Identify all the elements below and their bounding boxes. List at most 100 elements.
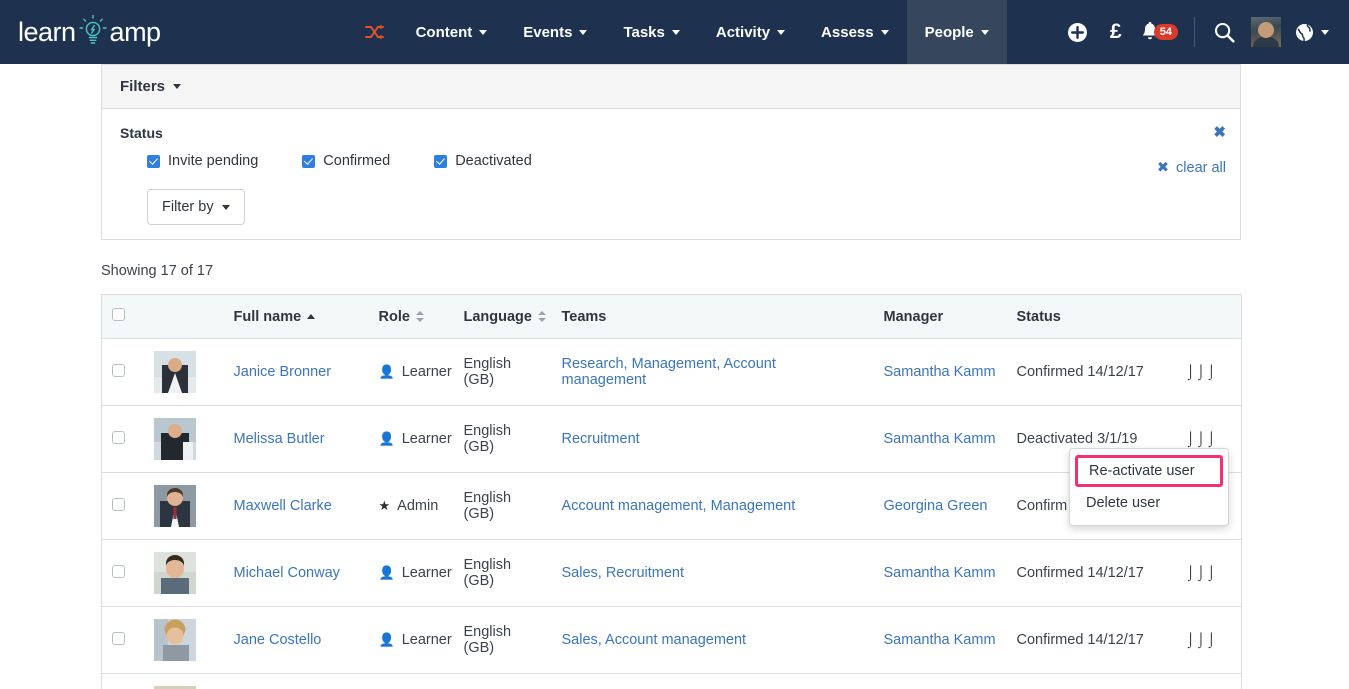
filter-by-button[interactable]: Filter by	[147, 189, 245, 225]
row-manager-cell: Samantha Kamm	[873, 539, 1007, 607]
user-name-link[interactable]: Maxwell Clarke	[234, 498, 332, 514]
table-header-row: Full name Role Language Teams Manager St…	[101, 294, 1242, 339]
chevron-down-icon	[980, 29, 989, 35]
teams-link[interactable]: Sales, Account management	[562, 632, 747, 648]
avatar	[153, 619, 196, 661]
row-select-cell[interactable]	[101, 338, 144, 406]
row-teams-cell: Recruitment	[551, 405, 874, 473]
row-actions-cell[interactable]: ⌡⌡⌡	[1176, 539, 1242, 607]
row-checkbox[interactable]	[112, 631, 125, 645]
search-icon[interactable]	[1205, 0, 1243, 64]
header-status: Status	[1006, 294, 1177, 339]
row-select-cell[interactable]	[101, 606, 144, 674]
teams-link[interactable]: Sales, Recruitment	[562, 565, 685, 581]
checkbox-box[interactable]	[147, 154, 160, 168]
manager-link[interactable]: Samantha Kamm	[884, 431, 996, 447]
user-name-link[interactable]: Jane Costello	[234, 632, 322, 648]
row-checkbox[interactable]	[112, 430, 125, 444]
nav-label: People	[924, 23, 974, 41]
manager-link[interactable]: Samantha Kamm	[884, 565, 996, 581]
sort-icon	[415, 310, 424, 323]
chevron-down-icon	[880, 29, 889, 35]
select-all-checkbox[interactable]	[112, 308, 125, 321]
row-avatar-cell	[143, 472, 224, 540]
header-language[interactable]: Language	[453, 294, 552, 339]
checkbox-box[interactable]	[434, 154, 448, 168]
manager-link[interactable]: Samantha Kamm	[884, 632, 996, 648]
row-language-cell: English (GB)	[453, 606, 552, 674]
nav-item-content[interactable]: Content	[398, 0, 506, 64]
menu-item-reactivate-user[interactable]: Re-activate user	[1075, 455, 1223, 487]
checkbox-deactivated[interactable]: Deactivated	[434, 153, 532, 169]
filters-title: Filters	[120, 78, 166, 95]
row-role-cell: 👤 Learner	[368, 338, 454, 406]
user-name-link[interactable]: Janice Bronner	[234, 364, 332, 380]
row-actions-cell[interactable]: ⌡⌡⌡	[1176, 606, 1242, 674]
chevron-down-icon	[173, 84, 182, 89]
teams-link[interactable]: Recruitment	[562, 431, 640, 447]
row-select-cell[interactable]	[101, 539, 144, 607]
chevron-down-icon	[671, 29, 680, 35]
checkbox-label: Invite pending	[168, 153, 259, 169]
header-label: Full name	[233, 308, 302, 325]
ellipsis-icon[interactable]: ⌡⌡⌡	[1187, 566, 1218, 582]
row-role-cell: 👤 Learner	[369, 674, 454, 689]
ellipsis-icon[interactable]: ⌡⌡⌡	[1187, 432, 1218, 448]
ellipsis-icon[interactable]: ⌡⌡⌡	[1187, 365, 1218, 381]
bell-icon[interactable]: 54	[1135, 0, 1184, 64]
primary-nav: Content Events Tasks Activity Assess Peo…	[351, 0, 1007, 64]
row-select-cell[interactable]	[101, 472, 144, 540]
avatar[interactable]	[1251, 17, 1281, 47]
globe-icon[interactable]	[1289, 0, 1335, 64]
nav-item-activity[interactable]: Activity	[698, 0, 803, 64]
row-select-cell[interactable]	[101, 405, 144, 473]
row-language-cell: English (GB)	[453, 472, 552, 540]
clear-all-filters-link[interactable]: ✖ clear all	[1157, 160, 1226, 176]
checkbox-box[interactable]	[302, 154, 316, 168]
manager-link[interactable]: Georgina Green	[884, 498, 988, 514]
checkbox-invite-pending[interactable]: Invite pending	[147, 153, 258, 169]
row-checkbox[interactable]	[112, 363, 125, 377]
pound-sterling-icon[interactable]: £	[1097, 0, 1135, 64]
sort-ascending-icon	[307, 314, 316, 319]
row-teams-cell: Account management, Management	[551, 472, 874, 540]
shuffle-icon[interactable]	[351, 0, 398, 64]
table-row[interactable]: Atticus Endymion 👤 Learner English (GB) …	[102, 674, 1242, 689]
nav-item-tasks[interactable]: Tasks	[605, 0, 697, 64]
plus-circle-icon[interactable]	[1059, 0, 1097, 64]
user-name-link[interactable]: Michael Conway	[234, 565, 340, 581]
teams-link[interactable]: Account management, Management	[562, 498, 796, 514]
table-row[interactable]: Michael Conway 👤 Learner English (GB) Sa…	[101, 539, 1242, 607]
nav-item-events[interactable]: Events	[505, 0, 605, 64]
row-manager-cell: Georgina Green	[873, 472, 1007, 540]
header-select-all[interactable]	[101, 294, 144, 339]
filters-header-toggle[interactable]: Filters	[102, 65, 1240, 109]
table-row[interactable]: Jane Costello 👤 Learner English (GB) Sal…	[101, 606, 1242, 674]
role-label: Admin	[397, 498, 439, 514]
row-checkbox[interactable]	[112, 564, 125, 578]
row-checkbox[interactable]	[112, 497, 125, 511]
ellipsis-icon[interactable]: ⌡⌡⌡	[1187, 633, 1218, 649]
manager-link[interactable]: Samantha Kamm	[884, 364, 996, 380]
header-role[interactable]: Role	[368, 294, 454, 339]
filters-body: Status Invite pending Confirmed Deactiva…	[102, 109, 1240, 239]
user-name-link[interactable]: Melissa Butler	[234, 431, 325, 447]
remove-status-filter-icon[interactable]: ✖	[1213, 123, 1226, 141]
brand-logo[interactable]: learn amp	[0, 0, 171, 64]
row-language-cell: English (GB)	[453, 338, 552, 406]
checkbox-label: Confirmed	[323, 153, 391, 169]
chevron-down-icon	[479, 29, 488, 35]
row-teams-cell: Sales, Account management	[551, 606, 874, 674]
row-name-cell: Michael Conway	[223, 539, 369, 607]
nav-item-people[interactable]: People	[906, 0, 1007, 64]
nav-item-assess[interactable]: Assess	[803, 0, 907, 64]
row-select-cell[interactable]	[102, 674, 144, 689]
row-actions-cell[interactable]: ⌡⌡⌡	[1177, 674, 1242, 689]
menu-item-delete-user[interactable]: Delete user	[1070, 487, 1228, 519]
row-actions-cell[interactable]: ⌡⌡⌡	[1176, 338, 1242, 406]
checkbox-confirmed[interactable]: Confirmed	[302, 153, 390, 169]
teams-link[interactable]: Research, Management, Account management	[562, 356, 776, 388]
lightbulb-icon	[78, 14, 108, 49]
table-row[interactable]: Janice Bronner 👤 Learner English (GB) Re…	[101, 338, 1242, 406]
header-full-name[interactable]: Full name	[223, 294, 369, 339]
